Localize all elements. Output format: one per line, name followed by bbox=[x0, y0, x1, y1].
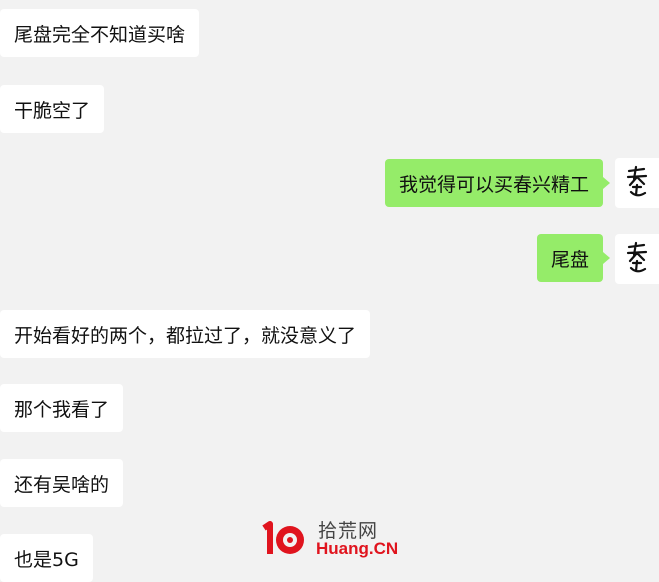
message-bubble-outgoing[interactable]: 我觉得可以买春兴精工 bbox=[384, 159, 611, 207]
message-bubble-incoming[interactable]: 也是5G bbox=[0, 534, 93, 582]
message-bubble-incoming[interactable]: 开始看好的两个，都拉过了，就没意义了 bbox=[0, 310, 371, 358]
message-text: 尾盘 bbox=[550, 248, 589, 271]
message-bubble-incoming[interactable]: 还有吴啥的 bbox=[0, 459, 124, 507]
message-bubble-incoming[interactable]: 干脆空了 bbox=[0, 85, 105, 133]
message-text: 我觉得可以买春兴精工 bbox=[398, 173, 589, 196]
10-huang-logo-icon bbox=[262, 521, 304, 554]
avatar[interactable] bbox=[615, 158, 659, 208]
avatar[interactable] bbox=[615, 234, 659, 284]
calligraphy-avatar-icon bbox=[626, 241, 648, 273]
message-bubble-outgoing[interactable]: 尾盘 bbox=[536, 234, 611, 282]
message-bubble-incoming[interactable]: 尾盘完全不知道买啥 bbox=[0, 9, 200, 57]
watermark: 拾荒网 Huang.CN bbox=[260, 514, 400, 566]
message-text: 尾盘完全不知道买啥 bbox=[14, 23, 186, 46]
message-bubble-incoming[interactable]: 那个我看了 bbox=[0, 384, 124, 432]
calligraphy-avatar-icon bbox=[626, 165, 648, 197]
message-text: 也是5G bbox=[14, 548, 79, 571]
watermark-domain: Huang.CN bbox=[316, 539, 399, 558]
message-text: 还有吴啥的 bbox=[14, 473, 110, 496]
message-text: 干脆空了 bbox=[14, 99, 91, 122]
message-text: 那个我看了 bbox=[14, 398, 110, 421]
message-text: 开始看好的两个，都拉过了，就没意义了 bbox=[14, 324, 357, 347]
